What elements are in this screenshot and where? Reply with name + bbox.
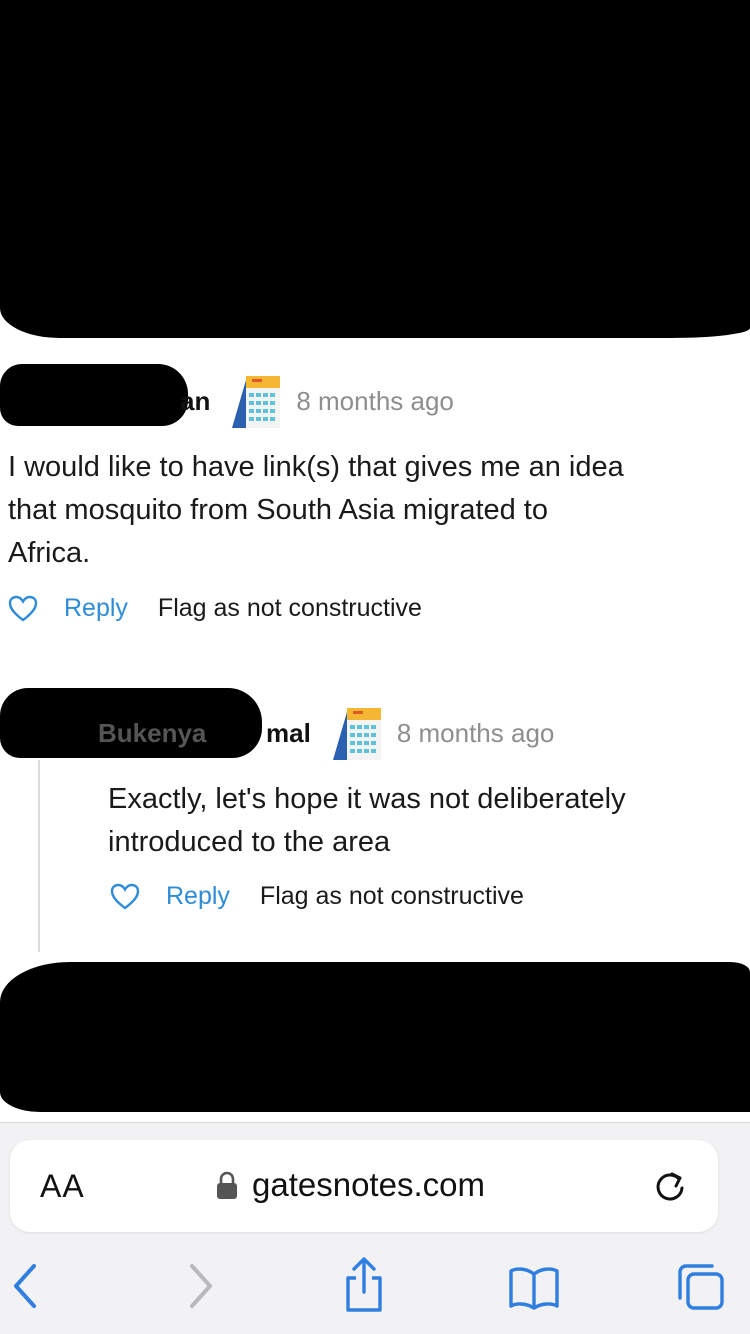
comment-time-1: 8 months ago: [296, 385, 454, 416]
comment-body-2: Exactly, let's hope it was not deliberat…: [108, 778, 626, 864]
page: an 8 months ago I would like to have lin…: [0, 0, 750, 1334]
comment-line: Exactly, let's hope it was not deliberat…: [108, 783, 626, 815]
comment-actions-1: Reply Flag as not constructive: [8, 594, 422, 623]
reply-button[interactable]: Reply: [64, 594, 128, 623]
tabs-icon[interactable]: [676, 1262, 726, 1312]
url-text[interactable]: gatesnotes.com: [252, 1166, 485, 1204]
comment-header-2: Bukenya mal 8 months ago: [98, 706, 554, 760]
comment-body-1: I would like to have link(s) that gives …: [8, 446, 624, 575]
flag-link[interactable]: Flag as not constructive: [260, 882, 524, 911]
comment-time-2: 8 months ago: [396, 717, 555, 748]
lock-icon: [217, 1171, 237, 1199]
like-heart-icon[interactable]: [110, 883, 140, 911]
redaction-author-1: [0, 364, 188, 426]
comment-actions-2: Reply Flag as not constructive: [110, 882, 524, 911]
thread-line: [38, 760, 40, 952]
comment-header-1: an 8 months ago: [180, 374, 454, 428]
redaction-top: [0, 0, 750, 338]
bookmarks-icon[interactable]: [508, 1266, 560, 1310]
url-display[interactable]: gatesnotes.com: [216, 1166, 485, 1204]
like-heart-icon[interactable]: [8, 595, 38, 623]
forward-icon[interactable]: [186, 1262, 214, 1310]
share-icon[interactable]: [342, 1256, 386, 1314]
calendar-icon: [232, 374, 282, 428]
author-name-2-end[interactable]: mal: [266, 718, 311, 749]
redaction-bottom: [0, 962, 750, 1112]
comment-line: Africa.: [8, 537, 91, 569]
reply-button[interactable]: Reply: [166, 882, 230, 911]
comment-line: I would like to have link(s) that gives …: [8, 451, 624, 483]
author-name-1[interactable]: an: [180, 386, 210, 417]
text-size-button[interactable]: AA: [40, 1168, 85, 1205]
comment-line: that mosquito from South Asia migrated t…: [8, 494, 548, 526]
comment-line: introduced to the area: [108, 826, 391, 858]
back-icon[interactable]: [12, 1262, 40, 1310]
reload-icon[interactable]: [652, 1168, 688, 1204]
flag-link[interactable]: Flag as not constructive: [158, 594, 422, 623]
calendar-icon: [332, 706, 383, 760]
author-name-2[interactable]: Bukenya: [98, 718, 266, 749]
